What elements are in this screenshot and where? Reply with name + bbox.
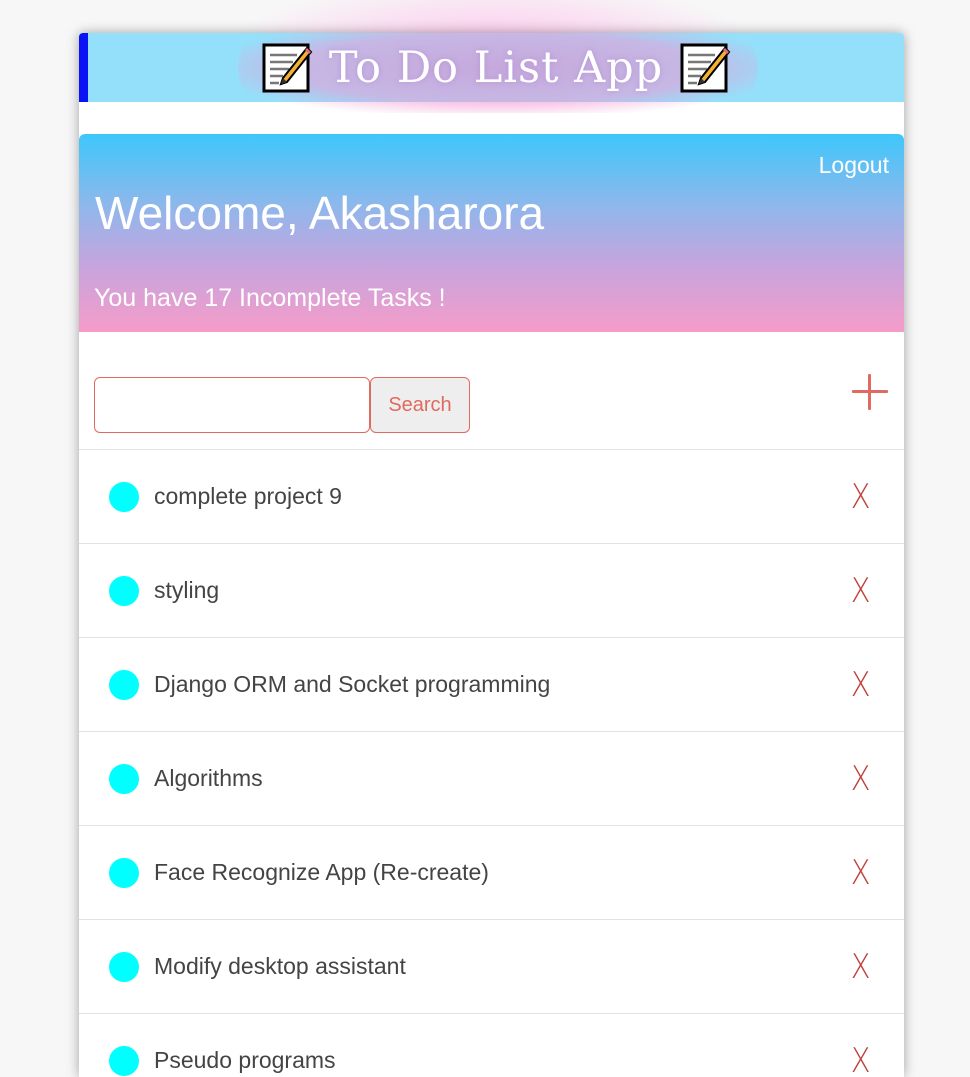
task-status-toggle[interactable] bbox=[109, 951, 139, 982]
task-status-toggle[interactable] bbox=[109, 857, 139, 888]
delete-task-button[interactable]: X bbox=[850, 574, 870, 608]
app-title: To Do List App bbox=[328, 42, 664, 93]
delete-task-button[interactable]: X bbox=[850, 1044, 870, 1077]
welcome-banner: Logout Welcome, Akasharora You have 17 I… bbox=[79, 134, 904, 332]
welcome-heading: Welcome, Akasharora bbox=[95, 187, 545, 239]
search-bar: Search bbox=[79, 332, 904, 450]
plus-icon[interactable] bbox=[852, 374, 888, 410]
incomplete-count-text: You have 17 Incomplete Tasks ! bbox=[94, 284, 446, 312]
task-status-toggle[interactable] bbox=[109, 669, 139, 700]
delete-task-button[interactable]: X bbox=[850, 856, 870, 890]
logout-link[interactable]: Logout bbox=[819, 152, 889, 179]
task-list: complete project 9 X styling X Django OR… bbox=[79, 450, 904, 1077]
title-bar: To Do List App bbox=[79, 33, 904, 113]
task-status-toggle[interactable] bbox=[109, 575, 139, 606]
search-button[interactable]: Search bbox=[370, 377, 470, 433]
task-title[interactable]: Modify desktop assistant bbox=[154, 953, 406, 980]
task-title[interactable]: Django ORM and Socket programming bbox=[154, 671, 550, 698]
task-row: complete project 9 X bbox=[79, 450, 904, 544]
task-row: Pseudo programs X bbox=[79, 1014, 904, 1077]
search-input[interactable] bbox=[94, 377, 370, 433]
task-row: Face Recognize App (Re-create) X bbox=[79, 826, 904, 920]
task-status-toggle[interactable] bbox=[109, 481, 139, 512]
title-row: To Do List App bbox=[261, 42, 731, 94]
task-title[interactable]: Algorithms bbox=[154, 765, 263, 792]
task-title[interactable]: complete project 9 bbox=[154, 483, 342, 510]
task-title[interactable]: styling bbox=[154, 577, 219, 604]
delete-task-button[interactable]: X bbox=[850, 480, 870, 514]
task-title[interactable]: Pseudo programs bbox=[154, 1047, 336, 1074]
header-spacer bbox=[79, 102, 904, 134]
task-row: Algorithms X bbox=[79, 732, 904, 826]
task-row: Modify desktop assistant X bbox=[79, 920, 904, 1014]
memo-icon bbox=[679, 42, 731, 94]
task-status-toggle[interactable] bbox=[109, 763, 139, 794]
todo-card: To Do List App Logout Welcome, Akasharor… bbox=[79, 33, 904, 1077]
task-row: styling X bbox=[79, 544, 904, 638]
delete-task-button[interactable]: X bbox=[850, 668, 870, 702]
task-title[interactable]: Face Recognize App (Re-create) bbox=[154, 859, 489, 886]
delete-task-button[interactable]: X bbox=[850, 950, 870, 984]
delete-task-button[interactable]: X bbox=[850, 762, 870, 796]
task-status-toggle[interactable] bbox=[109, 1045, 139, 1076]
task-row: Django ORM and Socket programming X bbox=[79, 638, 904, 732]
memo-icon bbox=[261, 42, 313, 94]
